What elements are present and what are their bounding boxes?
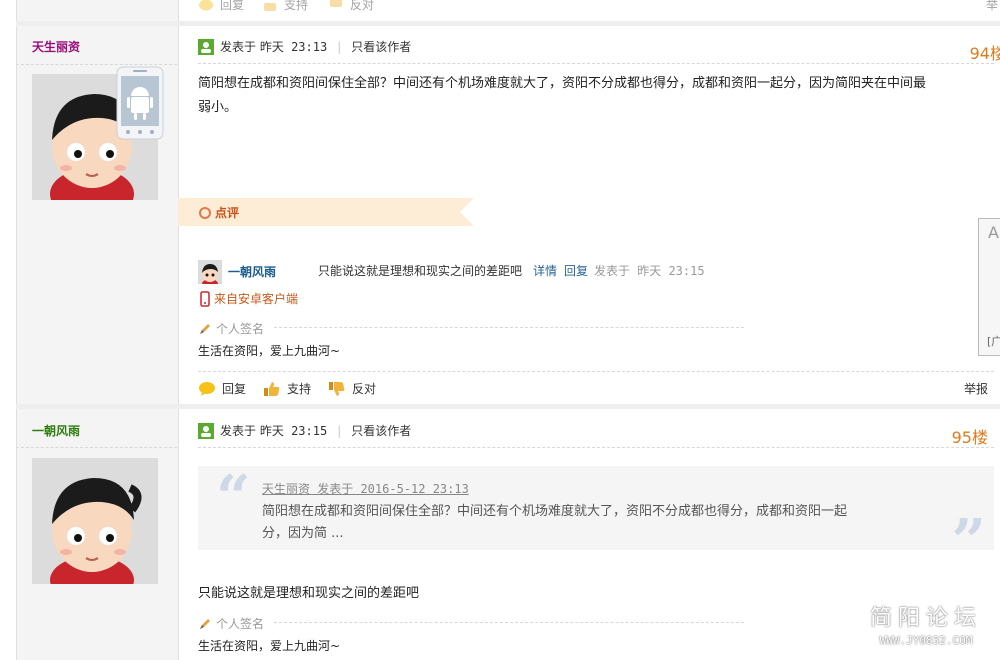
thumbs-up-icon <box>264 381 280 396</box>
post1-author-name[interactable]: 天生丽资 <box>32 38 80 55</box>
only-author-link[interactable]: 只看该作者 <box>351 422 411 439</box>
side-widget[interactable]: A [广 <box>978 218 1000 356</box>
post1-content: 简阳想在成都和资阳间保住全部？中间还有个机场难度就大了，资阳不分成都也得分，成都… <box>198 76 927 115</box>
thumbs-down-icon <box>329 381 345 396</box>
action-divider <box>198 371 994 372</box>
post1-meta: 发表于 昨天 23:13 | 只看该作者 <box>198 38 411 55</box>
prev-post-actions: 回复 支持 反对 举 <box>198 0 998 13</box>
prev-report-button[interactable]: 举 <box>986 0 998 13</box>
client-source[interactable]: 来自安卓客户端 <box>200 290 298 307</box>
comment-avatar[interactable] <box>198 260 222 284</box>
comment-tab[interactable]: 点评 <box>178 198 474 226</box>
meta-divider <box>198 63 994 64</box>
thumbs-up-icon <box>264 2 276 11</box>
post1-signature-text: 生活在资阳，爱上九曲河~ <box>198 344 341 358</box>
post2-signature-label: 个人签名 <box>198 615 264 632</box>
comment-time: 发表于 昨天 23:15 <box>594 264 705 278</box>
comment-circle-icon <box>199 206 211 219</box>
meta-divider <box>198 447 994 448</box>
post2-avatar[interactable] <box>32 458 158 584</box>
quote-text-line1: 简阳想在成都和资阳间保住全部？中间还有个机场难度就大了，资阳不分成都也得分，成都… <box>262 504 848 519</box>
quote-text-line2: 分，因为简 ... <box>262 526 344 541</box>
report-button[interactable]: 举报 <box>964 380 988 397</box>
author-divider <box>16 447 177 448</box>
post2-author-name[interactable]: 一朝风雨 <box>32 422 80 439</box>
post-separator <box>16 21 1000 26</box>
prev-reply-button[interactable]: 回复 <box>198 0 244 13</box>
only-author-link[interactable]: 只看该作者 <box>351 38 411 55</box>
side-widget-glyph: A <box>988 223 999 242</box>
post2-floor-number[interactable]: 95楼 <box>952 424 988 448</box>
oppose-button[interactable]: 反对 <box>328 380 376 397</box>
prev-oppose-button[interactable]: 反对 <box>328 0 374 13</box>
post1-signature-label: 个人签名 <box>198 320 264 337</box>
reply-bubble-icon <box>199 381 215 396</box>
pencil-icon <box>200 323 210 334</box>
comment-detail-link[interactable]: 详情 <box>533 262 557 279</box>
comment-reply-link[interactable]: 回复 <box>564 262 588 279</box>
phone-icon <box>200 290 210 307</box>
forum-watermark: 简阳论坛 WWW.JY0832.COM <box>870 606 983 647</box>
reply-button[interactable]: 回复 <box>198 380 246 397</box>
comment-user[interactable]: 一朝风雨 <box>228 263 276 280</box>
author-divider <box>16 64 177 65</box>
quote-header[interactable]: 天生丽资 发表于 2016-5-12 23:13 <box>262 480 469 497</box>
side-widget-text: [广 <box>987 335 1000 348</box>
signature-divider <box>274 622 744 623</box>
support-button[interactable]: 支持 <box>263 380 311 397</box>
post1-floor-number[interactable]: 94楼 <box>970 40 1000 64</box>
quote-open-icon: “ <box>216 463 251 533</box>
android-phone-icon <box>116 66 164 140</box>
comment-text: 只能说这就是理想和现实之间的差距吧 <box>318 264 523 278</box>
online-icon <box>198 38 214 55</box>
reply-bubble-icon <box>199 0 213 10</box>
thumbs-down-icon <box>330 0 342 7</box>
online-icon <box>198 422 214 439</box>
quote-block: “ ” 天生丽资 发表于 2016-5-12 23:13 简阳想在成都和资阳间保… <box>198 463 994 572</box>
comment-row: 一朝风雨 只能说这就是理想和现实之间的差距吧 详情 回复 发表于 昨天 23:1… <box>198 258 988 286</box>
signature-divider <box>274 327 744 328</box>
avatar-cartoon <box>32 458 158 584</box>
pencil-icon <box>200 618 210 629</box>
quote-close-icon: ” <box>951 507 986 577</box>
post2-meta: 发表于 昨天 23:15 | 只看该作者 <box>198 422 411 439</box>
post-separator <box>16 404 1000 409</box>
prev-support-button[interactable]: 支持 <box>262 0 308 13</box>
post2-signature-text: 生活在资阳，爱上九曲河~ <box>198 639 341 653</box>
